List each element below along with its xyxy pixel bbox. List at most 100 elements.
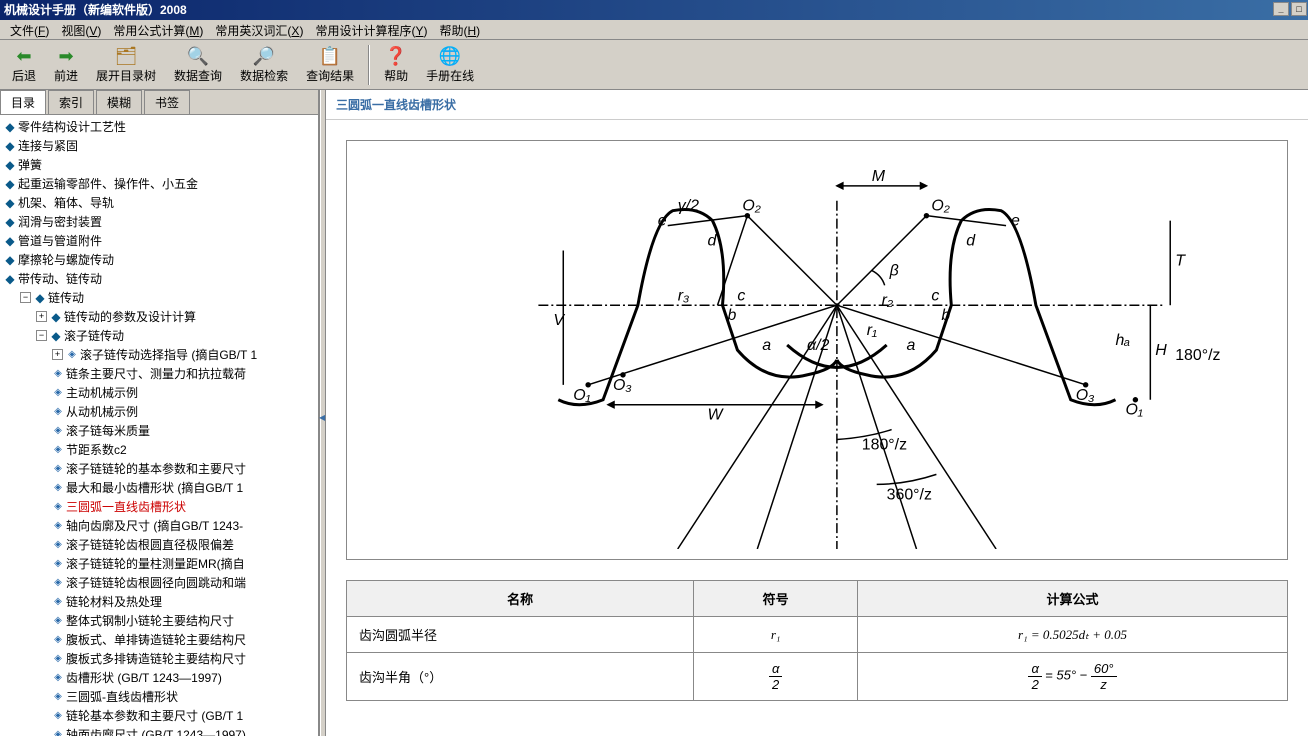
tab-toc[interactable]: 目录 <box>0 90 46 114</box>
tree-item[interactable]: ◆润滑与密封装置 <box>2 212 316 231</box>
book-icon: ◆ <box>4 235 16 247</box>
expand-icon[interactable]: + <box>52 349 63 360</box>
globe-icon: 🌐 <box>438 45 462 67</box>
tree-item[interactable]: ◆弹簧 <box>2 155 316 174</box>
tree-item[interactable]: ◈轴面齿廓尺寸 (GB/T 1243—1997) <box>2 725 316 736</box>
tree-item[interactable]: +◈滚子链传动选择指导 (摘自GB/T 1 <box>2 345 316 364</box>
tree-item[interactable]: ◈节距系数c2 <box>2 440 316 459</box>
page-icon: ◈ <box>52 729 64 736</box>
back-button[interactable]: ⬅ 后退 <box>4 43 44 86</box>
menu-file[interactable]: 文件(F) <box>4 22 55 37</box>
tab-bookmark[interactable]: 书签 <box>144 90 190 114</box>
tree-item[interactable]: ◈轴向齿廓及尺寸 (摘自GB/T 1243- <box>2 516 316 535</box>
manual-online-button[interactable]: 🌐 手册在线 <box>418 43 482 86</box>
splitter[interactable] <box>320 90 326 736</box>
tree-item[interactable]: ◆摩擦轮与螺旋传动 <box>2 250 316 269</box>
window-title: 机械设计手册（新编软件版）2008 <box>4 0 187 20</box>
tree-item[interactable]: ◈滚子链链轮的基本参数和主要尺寸 <box>2 459 316 478</box>
page-icon: ◈ <box>52 444 64 456</box>
minimize-button[interactable]: _ <box>1273 2 1289 16</box>
tree-item[interactable]: ◆起重运输零部件、操作件、小五金 <box>2 174 316 193</box>
param-name: 齿沟半角（°） <box>347 653 694 701</box>
data-query-button[interactable]: 🔍 数据查询 <box>166 43 230 86</box>
query-icon: 🔍 <box>186 45 210 67</box>
col-formula: 计算公式 <box>858 581 1288 617</box>
svg-text:T: T <box>1175 252 1186 269</box>
tab-index[interactable]: 索引 <box>48 90 94 114</box>
tree-item[interactable]: ◈主动机械示例 <box>2 383 316 402</box>
tree-item[interactable]: ◆连接与紧固 <box>2 136 316 155</box>
tree-item[interactable]: ◈齿槽形状 (GB/T 1243—1997) <box>2 668 316 687</box>
menu-help[interactable]: 帮助(H) <box>433 22 486 37</box>
svg-text:O₃: O₃ <box>613 377 632 394</box>
tree-item[interactable]: ◈最大和最小齿槽形状 (摘自GB/T 1 <box>2 478 316 497</box>
book-icon: ◆ <box>4 140 16 152</box>
menu-view[interactable]: 视图(V) <box>55 22 107 37</box>
menu-formula[interactable]: 常用公式计算(M) <box>107 22 209 37</box>
table-header-row: 名称 符号 计算公式 <box>347 581 1288 617</box>
page-icon: ◈ <box>52 615 64 627</box>
tree-view[interactable]: ◆零件结构设计工艺性 ◆连接与紧固 ◆弹簧 ◆起重运输零部件、操作件、小五金 ◆… <box>0 115 318 736</box>
page-icon: ◈ <box>66 349 78 361</box>
svg-text:b: b <box>941 307 950 324</box>
toolbar-separator <box>368 45 370 85</box>
maximize-button[interactable]: □ <box>1291 2 1307 16</box>
collapse-icon[interactable]: − <box>36 330 47 341</box>
svg-text:O₃: O₃ <box>1076 387 1095 404</box>
tree-item[interactable]: −◆链传动 <box>2 288 316 307</box>
book-icon: ◆ <box>4 197 16 209</box>
table-row: 齿沟半角（°） α2 α2 = 55° − 60°z <box>347 653 1288 701</box>
menu-dictionary[interactable]: 常用英汉词汇(X) <box>209 22 309 37</box>
data-search-button[interactable]: 🔎 数据检索 <box>232 43 296 86</box>
technical-diagram: M T H hₐ V W O₁ O₁ O₂ O₂ O₃ O₃ a a b b c <box>346 140 1288 560</box>
table-row: 齿沟圆弧半径 r₁ r₁ = 0.5025dₜ + 0.05 <box>347 617 1288 653</box>
page-icon: ◈ <box>52 463 64 475</box>
book-icon: ◆ <box>4 121 16 133</box>
tree-item[interactable]: ◈三圆弧-直线齿槽形状 <box>2 687 316 706</box>
expand-tree-button[interactable]: 🗂 展开目录树 <box>88 43 164 86</box>
tree-item-selected[interactable]: ◈三圆弧一直线齿槽形状 <box>2 497 316 516</box>
tree-icon: 🗂 <box>114 45 138 67</box>
tree-item[interactable]: ◈滚子链链轮齿根圆径向圆跳动和端 <box>2 573 316 592</box>
toolbar: ⬅ 后退 ➡ 前进 🗂 展开目录树 🔍 数据查询 🔎 数据检索 📋 查询结果 ❓… <box>0 40 1308 90</box>
tree-item[interactable]: ◈链轮材料及热处理 <box>2 592 316 611</box>
page-icon: ◈ <box>52 634 64 646</box>
help-button[interactable]: ❓ 帮助 <box>376 43 416 86</box>
svg-text:O₁: O₁ <box>1125 402 1142 419</box>
tree-item[interactable]: ◈链条主要尺寸、测量力和抗拉载荷 <box>2 364 316 383</box>
tree-item[interactable]: ◈腹板式多排铸造链轮主要结构尺寸 <box>2 649 316 668</box>
tree-item[interactable]: ◈滚子链每米质量 <box>2 421 316 440</box>
tree-item[interactable]: ◈从动机械示例 <box>2 402 316 421</box>
svg-text:O₂: O₂ <box>742 198 760 215</box>
content-title: 三圆弧一直线齿槽形状 <box>326 90 1308 120</box>
tree-item[interactable]: ◆零件结构设计工艺性 <box>2 117 316 136</box>
sidebar-tabs: 目录 索引 模糊 书签 <box>0 90 318 115</box>
expand-icon[interactable]: + <box>36 311 47 322</box>
tree-item[interactable]: −◆滚子链传动 <box>2 326 316 345</box>
tree-item[interactable]: ◆管道与管道附件 <box>2 231 316 250</box>
tree-item[interactable]: ◈整体式钢制小链轮主要结构尺寸 <box>2 611 316 630</box>
tree-item[interactable]: ◈滚子链链轮的量柱测量距MR(摘自 <box>2 554 316 573</box>
forward-button[interactable]: ➡ 前进 <box>46 43 86 86</box>
svg-text:d: d <box>966 233 976 250</box>
page-icon: ◈ <box>52 672 64 684</box>
param-formula: α2 = 55° − 60°z <box>858 653 1288 701</box>
page-icon: ◈ <box>52 577 64 589</box>
svg-text:W: W <box>708 407 725 424</box>
svg-text:γ/2: γ/2 <box>678 198 699 215</box>
svg-text:c: c <box>737 287 745 304</box>
tree-item[interactable]: ◈滚子链链轮齿根圆直径极限偏差 <box>2 535 316 554</box>
tree-item[interactable]: ◆带传动、链传动 <box>2 269 316 288</box>
tree-item[interactable]: ◆机架、箱体、导轨 <box>2 193 316 212</box>
menu-design-calc[interactable]: 常用设计计算程序(Y) <box>309 22 433 37</box>
book-icon: ◆ <box>50 311 62 323</box>
tab-fuzzy[interactable]: 模糊 <box>96 90 142 114</box>
svg-text:r₂: r₂ <box>882 292 893 309</box>
page-icon: ◈ <box>52 653 64 665</box>
tree-item[interactable]: ◈链轮基本参数和主要尺寸 (GB/T 1 <box>2 706 316 725</box>
tree-item[interactable]: +◆链传动的参数及设计计算 <box>2 307 316 326</box>
query-result-button[interactable]: 📋 查询结果 <box>298 43 362 86</box>
collapse-icon[interactable]: − <box>20 292 31 303</box>
main-area: 目录 索引 模糊 书签 ◆零件结构设计工艺性 ◆连接与紧固 ◆弹簧 ◆起重运输零… <box>0 90 1308 736</box>
tree-item[interactable]: ◈腹板式、单排铸造链轮主要结构尺 <box>2 630 316 649</box>
